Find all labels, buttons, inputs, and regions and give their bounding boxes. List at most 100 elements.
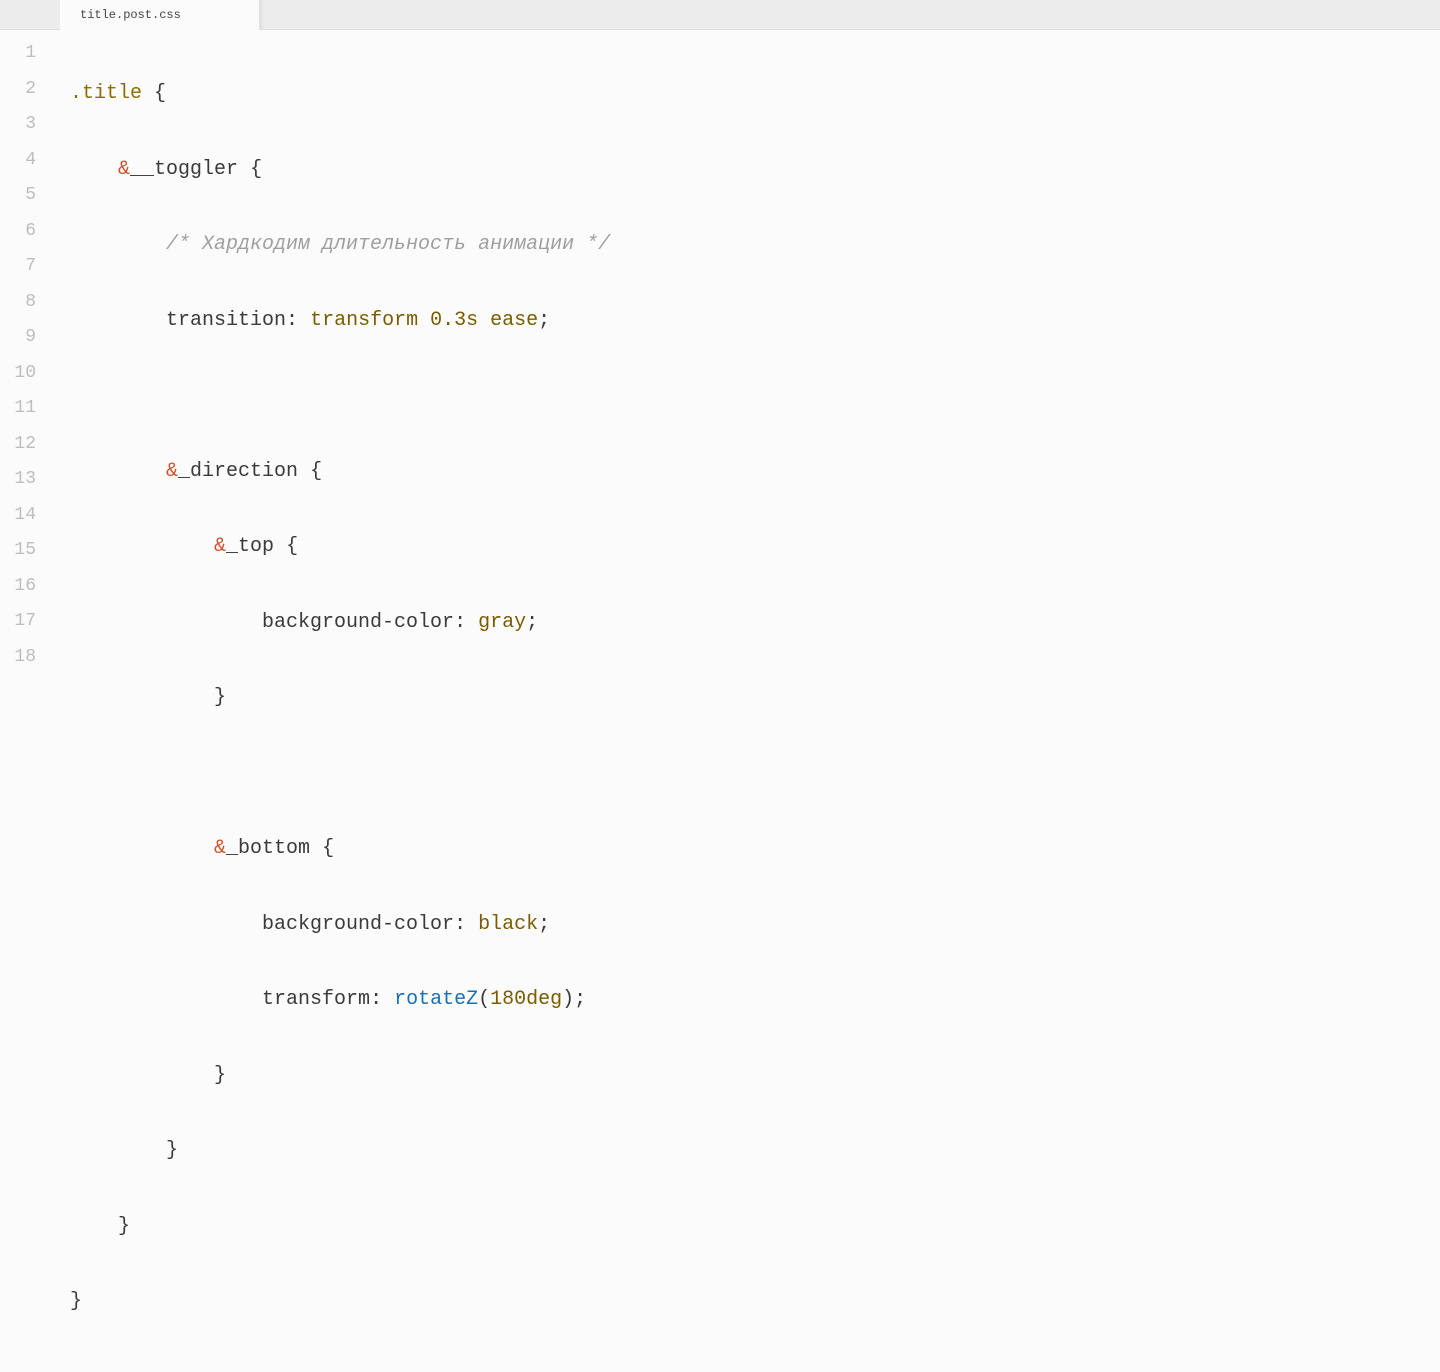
token-amp: &: [214, 535, 226, 558]
code-line: background-color: black;: [70, 907, 1440, 943]
token-name: _top: [226, 535, 274, 558]
token-number: 0.3s: [430, 309, 478, 332]
token-prop: transform: [262, 988, 370, 1011]
line-number: 18: [0, 640, 50, 676]
token-func: rotateZ: [394, 988, 478, 1011]
code-line: &_top {: [70, 529, 1440, 565]
line-number: 9: [0, 320, 50, 356]
code-area: 1 2 3 4 5 6 7 8 9 10 11 12 13 14 15 16 1…: [0, 30, 1440, 1372]
token-indent: [70, 1215, 118, 1238]
token-brace: {: [142, 82, 166, 105]
line-number: 1: [0, 36, 50, 72]
token-prop: transition: [166, 309, 286, 332]
tab-file[interactable]: title.post.css: [60, 0, 260, 30]
token-indent: [70, 837, 214, 860]
token-blank: [70, 762, 82, 785]
token-brace: {: [310, 837, 334, 860]
token-blank: [70, 384, 82, 407]
code-line: .title {: [70, 76, 1440, 112]
token-indent: [70, 535, 214, 558]
token-indent: [70, 913, 262, 936]
token-indent: [70, 686, 214, 709]
token-punct: :: [286, 309, 310, 332]
token-indent: [70, 460, 166, 483]
token-punct: ;: [574, 988, 586, 1011]
code-line: &__toggler {: [70, 152, 1440, 188]
token-brace: }: [166, 1139, 178, 1162]
token-indent: [70, 233, 166, 256]
token-amp: &: [214, 837, 226, 860]
line-number: 16: [0, 569, 50, 605]
token-brace: {: [298, 460, 322, 483]
token-name: _direction: [178, 460, 298, 483]
editor: title.post.css 1 2 3 4 5 6 7 8 9 10 11 1…: [0, 0, 1440, 686]
code-line: &_direction {: [70, 454, 1440, 490]
token-punct: ;: [538, 309, 550, 332]
code-line: transition: transform 0.3s ease;: [70, 303, 1440, 339]
code-line: background-color: gray;: [70, 605, 1440, 641]
line-number: 10: [0, 356, 50, 392]
tab-gap: [0, 0, 60, 29]
line-number: 5: [0, 178, 50, 214]
token-value: gray: [478, 611, 526, 634]
tab-filename: title.post.css: [80, 8, 181, 22]
token-indent: [70, 1139, 166, 1162]
token-value: ease: [478, 309, 538, 332]
code-line: }: [70, 680, 1440, 716]
token-indent: [70, 611, 262, 634]
token-punct: :: [454, 913, 478, 936]
code-content[interactable]: .title { &__toggler { /* Хардкодим длите…: [50, 30, 1440, 1372]
token-punct: ): [562, 988, 574, 1011]
token-blank: [70, 1366, 82, 1372]
line-number: 14: [0, 498, 50, 534]
code-line: }: [70, 1284, 1440, 1320]
code-line: [70, 756, 1440, 792]
token-brace: }: [214, 1064, 226, 1087]
token-punct: :: [370, 988, 394, 1011]
token-number: 180deg: [490, 988, 562, 1011]
token-punct: (: [478, 988, 490, 1011]
line-number: 15: [0, 533, 50, 569]
code-line: }: [70, 1058, 1440, 1094]
token-punct: :: [454, 611, 478, 634]
tab-bar: title.post.css: [0, 0, 1440, 30]
token-name: __toggler: [130, 158, 238, 181]
code-line: transform: rotateZ(180deg);: [70, 982, 1440, 1018]
token-value: black: [478, 913, 538, 936]
token-indent: [70, 1064, 214, 1087]
token-indent: [70, 309, 166, 332]
line-number: 13: [0, 462, 50, 498]
token-amp: &: [118, 158, 130, 181]
line-number: 11: [0, 391, 50, 427]
token-prop: background-color: [262, 913, 454, 936]
token-brace: }: [70, 1290, 82, 1313]
line-number: 17: [0, 604, 50, 640]
line-number: 7: [0, 249, 50, 285]
token-comment: /* Хардкодим длительность анимации */: [166, 233, 610, 256]
line-number: 12: [0, 427, 50, 463]
token-brace: {: [238, 158, 262, 181]
token-indent: [70, 988, 262, 1011]
code-line: &_bottom {: [70, 831, 1440, 867]
line-number: 8: [0, 285, 50, 321]
token-brace: {: [274, 535, 298, 558]
code-line: }: [70, 1209, 1440, 1245]
token-punct: ;: [526, 611, 538, 634]
token-amp: &: [166, 460, 178, 483]
gutter: 1 2 3 4 5 6 7 8 9 10 11 12 13 14 15 16 1…: [0, 30, 50, 1372]
line-number: 3: [0, 107, 50, 143]
line-number: 6: [0, 214, 50, 250]
token-prop: background-color: [262, 611, 454, 634]
token-indent: [70, 158, 118, 181]
code-line: [70, 1360, 1440, 1372]
token-name: _bottom: [226, 837, 310, 860]
token-value: transform: [310, 309, 430, 332]
code-line: /* Хардкодим длительность анимации */: [70, 227, 1440, 263]
token-brace: }: [118, 1215, 130, 1238]
code-line: }: [70, 1133, 1440, 1169]
token-brace: }: [214, 686, 226, 709]
code-line: [70, 378, 1440, 414]
token-punct: ;: [538, 913, 550, 936]
line-number: 2: [0, 72, 50, 108]
line-number: 4: [0, 143, 50, 179]
